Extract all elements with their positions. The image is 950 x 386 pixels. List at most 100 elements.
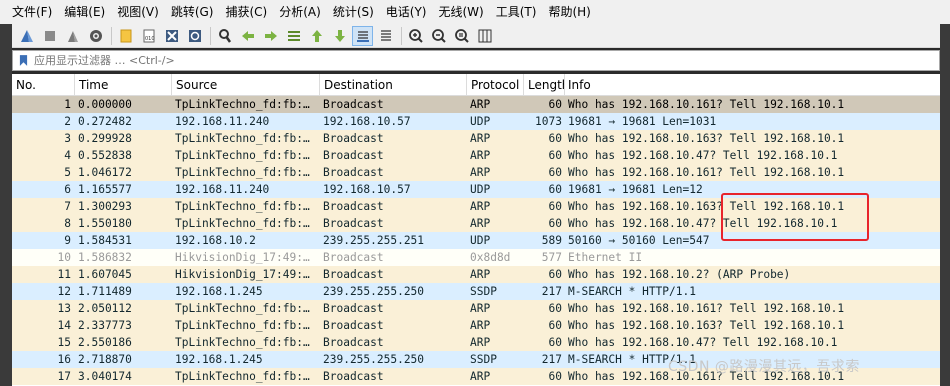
zoom-in-icon[interactable] (405, 26, 426, 46)
menu-bar: 文件(F) 编辑(E) 视图(V) 跳转(G) 捕获(C) 分析(A) 统计(S… (0, 0, 950, 24)
packet-row[interactable]: 3 0.299928 TpLinkTechno_fd:fb:… Broadcast AR… (12, 130, 940, 147)
packet-length-cell: 589 (541, 234, 562, 247)
packet-length-cell: 217 (541, 353, 562, 366)
packet-row[interactable]: 12 1.711489 192.168.1.245 239.255.255.250 SS… (12, 283, 940, 300)
go-first-icon[interactable] (306, 26, 327, 46)
svg-text:010: 010 (145, 36, 155, 42)
restart-icon[interactable] (62, 26, 83, 46)
packet-protocol-cell: ARP (470, 149, 491, 162)
packet-protocol-cell: UDP (470, 115, 491, 128)
packet-destination-cell: 239.255.255.251 (323, 234, 425, 247)
packet-destination-cell: Broadcast (323, 166, 384, 179)
menu-telephony[interactable]: 电话(Y) (380, 0, 433, 24)
close-file-icon[interactable] (161, 26, 182, 46)
packet-source-cell: 192.168.11.240 (175, 115, 270, 128)
display-filter-input[interactable] (34, 52, 939, 69)
reload-icon[interactable] (184, 26, 205, 46)
packet-source-cell: TpLinkTechno_fd:fb:… (175, 302, 310, 315)
packet-no-cell: 13 (57, 302, 71, 315)
packet-list-header: No. Time Source Destination Protocol Len… (12, 74, 940, 96)
column-header-protocol[interactable]: Protocol (467, 74, 524, 95)
packet-source-cell: 192.168.1.245 (175, 285, 263, 298)
packet-row[interactable]: 5 1.046172 TpLinkTechno_fd:fb:… Broadcast AR… (12, 164, 940, 181)
menu-wireless[interactable]: 无线(W) (433, 0, 490, 24)
packet-source-cell: 192.168.11.240 (175, 183, 270, 196)
find-icon[interactable] (214, 26, 235, 46)
zoom-normal-icon[interactable] (451, 26, 472, 46)
packet-row[interactable]: 15 2.550186 TpLinkTechno_fd:fb:… Broadcast A… (12, 334, 940, 351)
menu-help[interactable]: 帮助(H) (542, 0, 596, 24)
menu-file[interactable]: 文件(F) (6, 0, 58, 24)
column-header-time[interactable]: Time (75, 74, 172, 95)
packet-info-cell: Who has 192.168.10.161? Tell 192.168.10.… (568, 98, 845, 111)
packet-protocol-cell: SSDP (470, 353, 497, 366)
packet-list: No. Time Source Destination Protocol Len… (12, 74, 940, 386)
packet-info-cell: Who has 192.168.10.47? Tell 192.168.10.1 (568, 217, 838, 230)
bookmark-icon[interactable] (16, 52, 30, 69)
menu-analyze[interactable]: 分析(A) (273, 0, 327, 24)
packet-protocol-cell: ARP (470, 98, 491, 111)
save-file-icon[interactable]: 010 (138, 26, 159, 46)
packet-protocol-cell: ARP (470, 132, 491, 145)
go-back-icon[interactable] (237, 26, 258, 46)
packet-no-cell: 5 (64, 166, 71, 179)
right-window-edge (940, 0, 950, 386)
packet-row[interactable]: 8 1.550180 TpLinkTechno_fd:fb:… Broadcast AR… (12, 215, 940, 232)
packet-info-cell: Who has 192.168.10.47? Tell 192.168.10.1 (568, 336, 838, 349)
packet-no-cell: 10 (57, 251, 71, 264)
packet-row[interactable]: 1 0.000000 TpLinkTechno_fd:fb:… Broadcast AR… (12, 96, 940, 113)
packet-source-cell: 192.168.10.2 (175, 234, 256, 247)
column-header-destination[interactable]: Destination (320, 74, 467, 95)
autoscroll-icon[interactable] (352, 25, 373, 46)
zoom-out-icon[interactable] (428, 26, 449, 46)
column-header-length[interactable]: Length (524, 74, 565, 95)
packet-row[interactable]: 14 2.337773 TpLinkTechno_fd:fb:… Broadcast A… (12, 317, 940, 334)
packet-time-cell: 2.550186 (78, 336, 132, 349)
packet-source-cell: TpLinkTechno_fd:fb:… (175, 336, 310, 349)
packet-time-cell: 0.272482 (78, 115, 132, 128)
go-to-packet-icon[interactable] (283, 26, 304, 46)
packet-row[interactable]: 2 0.272482 192.168.11.240 192.168.10.57 UDP 1… (12, 113, 940, 130)
packet-no-cell: 7 (64, 200, 71, 213)
packet-time-cell: 1.711489 (78, 285, 132, 298)
packet-time-cell: 2.337773 (78, 319, 132, 332)
menu-edit[interactable]: 编辑(E) (58, 0, 111, 24)
packet-length-cell: 1073 (535, 115, 562, 128)
packet-length-cell: 60 (548, 166, 562, 179)
packet-no-cell: 14 (57, 319, 71, 332)
colorize-icon[interactable] (375, 26, 396, 46)
options-gear-icon[interactable] (85, 26, 106, 46)
packet-row[interactable]: 10 1.586832 HikvisionDig_17:49:… Broadcast 0… (12, 249, 940, 266)
open-file-icon[interactable] (115, 26, 136, 46)
go-forward-icon[interactable] (260, 26, 281, 46)
watermark: CSDN @路漫漫其远，吾求索 (668, 359, 860, 375)
packet-row[interactable]: 4 0.552838 TpLinkTechno_fd:fb:… Broadcast AR… (12, 147, 940, 164)
menu-go[interactable]: 跳转(G) (165, 0, 220, 24)
packet-row[interactable]: 7 1.300293 TpLinkTechno_fd:fb:… Broadcast AR… (12, 198, 940, 215)
packet-time-cell: 1.584531 (78, 234, 132, 247)
packet-destination-cell: Broadcast (323, 370, 384, 383)
menu-view[interactable]: 视图(V) (111, 0, 165, 24)
menu-capture[interactable]: 捕获(C) (219, 0, 273, 24)
column-header-source[interactable]: Source (172, 74, 320, 95)
column-header-no[interactable]: No. (12, 74, 75, 95)
packet-row[interactable]: 13 2.050112 TpLinkTechno_fd:fb:… Broadcast A… (12, 300, 940, 317)
packet-row[interactable]: 11 1.607045 HikvisionDig_17:49:… Broadcast A… (12, 266, 940, 283)
go-last-icon[interactable] (329, 26, 350, 46)
packet-no-cell: 8 (64, 217, 71, 230)
packet-source-cell: TpLinkTechno_fd:fb:… (175, 217, 310, 230)
column-header-info[interactable]: Info (565, 74, 940, 95)
resize-columns-icon[interactable] (474, 26, 495, 46)
packet-length-cell: 60 (548, 370, 562, 383)
packet-protocol-cell: ARP (470, 217, 491, 230)
packet-destination-cell: Broadcast (323, 149, 384, 162)
menu-tools[interactable]: 工具(T) (490, 0, 543, 24)
packet-length-cell: 60 (548, 302, 562, 315)
menu-statistics[interactable]: 统计(S) (327, 0, 380, 24)
packet-length-cell: 60 (548, 132, 562, 145)
packet-length-cell: 577 (541, 251, 562, 264)
packet-row[interactable]: 6 1.165577 192.168.11.240 192.168.10.57 UDP 6… (12, 181, 940, 198)
shark-fin-start-icon[interactable] (16, 26, 37, 46)
stop-icon[interactable] (39, 26, 60, 46)
packet-row[interactable]: 9 1.584531 192.168.10.2 239.255.255.251 UDP 5… (12, 232, 940, 249)
